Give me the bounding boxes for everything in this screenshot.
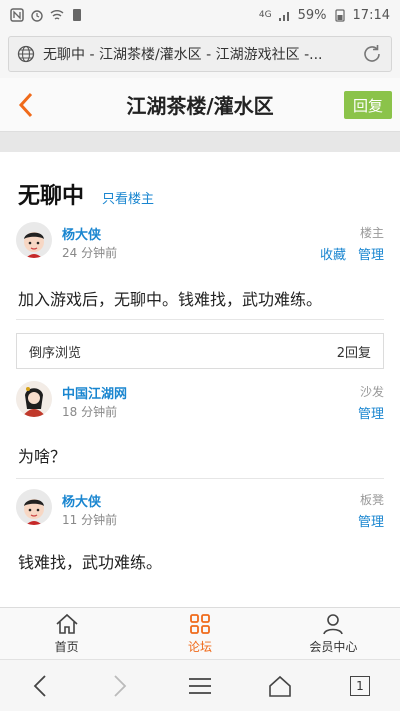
sort-label[interactable]: 倒序浏览 [29,342,81,361]
user-icon [323,613,344,634]
chevron-left-icon [33,674,46,697]
refresh-icon[interactable] [361,43,383,65]
reply-button[interactable]: 回复 [344,91,392,119]
alarm-icon [31,10,43,22]
divider [16,319,384,320]
post-header: 杨大侠 24 分钟前 楼主 收藏 管理 [16,222,384,266]
home-icon [269,675,291,697]
tabs-count: 1 [350,675,370,696]
browser-home-button[interactable] [260,666,300,706]
forum-tab-bar: 首页 论坛 会员中心 [0,607,400,659]
battery-icon [334,9,345,22]
browser-url-bar: 无聊中 - 江湖茶楼/灌水区 - 江湖游戏社区 -... [0,30,400,78]
favorite-link[interactable]: 收藏 [320,244,346,263]
avatar[interactable] [16,489,52,525]
avatar[interactable] [16,381,52,417]
browser-forward-button[interactable] [100,666,140,706]
tab-forum[interactable]: 论坛 [133,608,266,659]
tab-member-center[interactable]: 会员中心 [267,608,400,659]
tab-label: 首页 [54,639,79,654]
post-header: 杨大侠 11 分钟前 板凳 管理 [16,489,384,533]
separator-strip [0,132,400,152]
reply-count: 2回复 [336,345,371,361]
chevron-right-icon [114,674,127,697]
browser-menu-button[interactable] [180,666,220,706]
battery-label: 59% [297,7,327,23]
post-actions: 管理 [358,511,384,530]
back-button[interactable] [12,90,40,120]
browser-back-button[interactable] [20,666,60,706]
post-time: 24 分钟前 [62,246,118,260]
url-text[interactable]: 无聊中 - 江湖茶楼/灌水区 - 江湖游戏社区 -... [43,44,361,64]
post-body: 为啥？ [18,447,67,466]
manage-link[interactable]: 管理 [358,403,384,422]
signal-icon [278,12,289,21]
avatar-boy-icon [16,222,52,258]
wifi-icon [50,10,64,20]
post-actions: 收藏 管理 [320,244,384,263]
nfc-icon [10,8,24,22]
post-author[interactable]: 杨大侠 [62,224,101,243]
post-author[interactable]: 中国江湖网 [62,383,127,402]
status-left [10,8,84,22]
avatar-lady-icon [16,381,52,417]
network-label: 4G [258,10,272,20]
globe-icon [17,45,35,63]
status-right: 4G 59% 17:14 [259,8,390,23]
site-header: 江湖茶楼/灌水区 回复 [0,78,400,132]
manage-link[interactable]: 管理 [358,244,384,263]
back-arrow-icon [18,92,33,118]
sim-icon [73,9,81,21]
thread-title: 无聊中 [18,184,85,209]
menu-icon [189,677,211,694]
manage-link[interactable]: 管理 [358,511,384,530]
forum-title: 江湖茶楼/灌水区 [126,94,274,118]
post-body: 钱难找，武功难练。 [18,553,163,572]
tab-home[interactable]: 首页 [0,608,133,659]
tab-label: 会员中心 [309,639,358,654]
status-bar: 4G 59% 17:14 [0,0,400,30]
post-header: 中国江湖网 18 分钟前 沙发 管理 [16,381,384,425]
post-actions: 管理 [358,403,384,422]
thread-content: 无聊中 只看楼主 杨大侠 24 分钟前 楼主 收藏 管理 加入游戏后，无聊中。钱… [0,152,400,607]
browser-navigation-bar: 1 [0,659,400,711]
avatar[interactable] [16,222,52,258]
post-author[interactable]: 杨大侠 [62,491,101,510]
post-floor-label: 楼主 [359,226,384,240]
grid-icon [190,613,210,634]
tab-label: 论坛 [187,639,212,654]
avatar-boy-icon [16,489,52,525]
post-floor-label: 沙发 [359,385,384,399]
clock: 17:14 [352,7,390,23]
divider [16,478,384,479]
post-time: 18 分钟前 [62,405,118,419]
post-time: 11 分钟前 [62,513,118,527]
thread-title-row: 无聊中 只看楼主 [18,178,154,210]
url-box[interactable]: 无聊中 - 江湖茶楼/灌水区 - 江湖游戏社区 -... [8,36,392,72]
sort-bar[interactable]: 倒序浏览 2回复 [16,333,384,369]
post-body: 加入游戏后，无聊中。钱难找，武功难练。 [18,290,323,309]
only-op-link[interactable]: 只看楼主 [102,188,154,207]
post-floor-label: 板凳 [359,493,384,507]
home-icon [56,613,78,634]
browser-tabs-button[interactable]: 1 [340,666,380,706]
